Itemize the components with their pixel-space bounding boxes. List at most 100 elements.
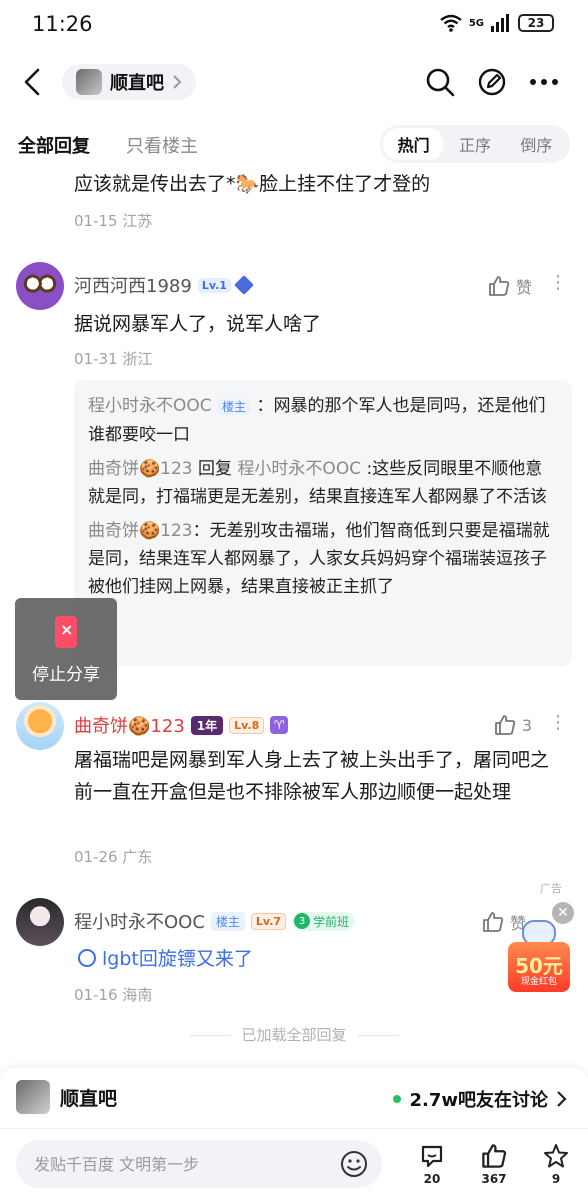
- status-bar: 11:26 5G 23: [0, 0, 588, 50]
- comment-text: 据说网暴军人了，说军人啥了: [74, 313, 322, 335]
- ad-close-icon[interactable]: ✕: [552, 902, 574, 924]
- zodiac-icon: ♈: [270, 716, 289, 734]
- reply-author[interactable]: 程小时永不OOC: [88, 396, 212, 416]
- comments-count: 20: [423, 1172, 441, 1186]
- grade-label: 学前班: [313, 914, 350, 929]
- user-avatar[interactable]: [16, 262, 64, 310]
- sub-reply: 程小时永不OOC 楼主 ：网暴的那个军人也是同吗，还是他们谁都要咬一口: [88, 392, 558, 449]
- thumbs-up-icon: [489, 276, 510, 296]
- status-time: 11:26: [32, 12, 93, 36]
- comment-header: 程小时永不OOC 楼主 Lv.7 3 学前班: [74, 908, 356, 934]
- bottom-panel: 顺直吧 2.7w吧友在讨论 20 367 9: [0, 1068, 588, 1200]
- back-button[interactable]: [14, 64, 50, 100]
- like-button[interactable]: 3: [494, 714, 532, 736]
- reply-author[interactable]: 曲奇饼🍪123: [88, 521, 193, 541]
- sub-reply: 曲奇饼🍪123 回复 程小时永不OOC :这些反同眼里不顺他意就是同，打福瑞更是…: [88, 455, 558, 511]
- forum-name: 顺直吧: [110, 73, 164, 94]
- top-navbar: 顺直吧: [0, 56, 588, 108]
- reply-word: 回复: [198, 459, 233, 479]
- sort-hot[interactable]: 热门: [383, 128, 445, 160]
- thumbs-up-icon: [494, 715, 516, 735]
- forum-avatar: [76, 69, 102, 95]
- forum-chip[interactable]: 顺直吧: [62, 64, 196, 100]
- emoji-icon[interactable]: [340, 1150, 368, 1178]
- battery-indicator: 23: [518, 14, 554, 32]
- favorites-count: 9: [551, 1172, 561, 1186]
- wifi-icon: [440, 14, 462, 32]
- network-label: 5G: [468, 17, 484, 29]
- star-icon: [544, 1144, 568, 1168]
- more-dots-icon: [530, 79, 558, 85]
- red-packet-card: 50元 现金红包: [508, 942, 570, 992]
- status-icons: 5G 23: [439, 14, 554, 32]
- sort-descending[interactable]: 倒序: [506, 128, 567, 160]
- comment-bubble-icon: [421, 1145, 443, 1168]
- discussion-entry[interactable]: 2.7w吧友在讨论: [393, 1086, 568, 1112]
- bottom-forum-avatar: [16, 1080, 50, 1114]
- ad-label: 广告: [540, 882, 562, 895]
- link-icon: [78, 948, 96, 967]
- stop-share-button[interactable]: 停止分享: [15, 598, 117, 700]
- back-arrow-icon: [24, 68, 40, 96]
- bottom-forum-name: 顺直吧: [60, 1087, 118, 1110]
- comment-header: 河西河西1989 Lv.1: [74, 272, 254, 298]
- username[interactable]: 程小时永不OOC: [74, 908, 205, 934]
- search-button[interactable]: [422, 64, 458, 100]
- comment-text: 屠福瑞吧是网暴到军人身上去了被上头出手了，屠同吧之前一直在开盒但是也不排除被军人…: [74, 749, 550, 803]
- owner-tag: 楼主: [210, 911, 245, 931]
- grade-number: 3: [294, 913, 311, 929]
- crown-icon: [234, 275, 254, 295]
- reply-input[interactable]: [34, 1154, 314, 1174]
- ad-subtitle: 现金红包: [520, 977, 557, 987]
- loaded-all-notice: 已加载全部回复: [0, 1024, 588, 1045]
- reply-target[interactable]: 程小时永不OOC: [237, 459, 361, 479]
- comment-meta: 01-16 海南: [74, 986, 153, 1004]
- username[interactable]: 曲奇饼🍪123: [74, 712, 185, 738]
- edit-button[interactable]: [474, 64, 510, 100]
- tab-owner-only[interactable]: 只看楼主: [126, 132, 198, 158]
- edit-pencil-icon: [478, 68, 506, 96]
- user-avatar[interactable]: [16, 898, 64, 946]
- signal-icon: [491, 14, 509, 32]
- like-button[interactable]: 赞: [488, 274, 532, 298]
- chevron-right-icon: [557, 1091, 567, 1107]
- user-avatar[interactable]: [16, 702, 64, 750]
- partial-comment-meta: 01-15 江苏: [74, 212, 153, 230]
- sub-reply: 曲奇饼🍪123：无差别攻击福瑞，他们智商低到只要是福瑞就是同，结果连军人都网暴了…: [88, 517, 558, 601]
- link-text: lgbt回旋镖又来了: [102, 948, 253, 970]
- comment-link[interactable]: lgbt回旋镖又来了: [78, 944, 253, 971]
- grade-badge: 3 学前班: [292, 911, 356, 931]
- ad-widget[interactable]: 广告 ✕ 50元 现金红包: [500, 880, 576, 1000]
- sort-ascending[interactable]: 正序: [444, 128, 505, 160]
- username[interactable]: 河西河西1989: [74, 272, 192, 298]
- tab-all-replies[interactable]: 全部回复: [18, 132, 90, 158]
- sub-replies[interactable]: 程小时永不OOC 楼主 ：网暴的那个军人也是同吗，还是他们谁都要咬一口 曲奇饼🍪…: [74, 380, 572, 666]
- comments-button[interactable]: 20: [412, 1142, 452, 1186]
- year-badge: 1年: [190, 715, 224, 735]
- bottom-forum-entry[interactable]: 顺直吧: [16, 1080, 117, 1114]
- reply-input-box[interactable]: [16, 1140, 382, 1188]
- comment-more-icon[interactable]: ⋮: [549, 712, 567, 733]
- comment-more-icon[interactable]: ⋮: [549, 272, 567, 293]
- reply-author[interactable]: 曲奇饼🍪123: [88, 459, 193, 479]
- owner-tag: 楼主: [217, 399, 252, 415]
- stop-share-label: 停止分享: [32, 665, 100, 685]
- like-post-button[interactable]: 367: [474, 1142, 514, 1186]
- favorite-button[interactable]: 9: [536, 1142, 576, 1186]
- reply-tabs: 全部回复 只看楼主 热门 正序 倒序: [0, 118, 588, 170]
- comment-header: 曲奇饼🍪123 1年 Lv.8 ♈: [74, 712, 289, 738]
- loaded-all-text: 已加载全部回复: [241, 1026, 347, 1044]
- like-count: 3: [521, 715, 532, 735]
- sort-toggle: 热门 正序 倒序: [380, 125, 570, 163]
- like-label: 赞: [515, 278, 532, 297]
- thumbs-up-icon: [482, 1144, 507, 1168]
- level-badge: Lv.7: [250, 912, 287, 930]
- stop-share-icon: [55, 616, 77, 648]
- level-badge: Lv.8: [229, 716, 265, 734]
- comment-meta: 01-26 广东: [74, 848, 153, 866]
- more-button[interactable]: [526, 64, 562, 100]
- level-badge: Lv.1: [197, 277, 231, 293]
- likes-count: 367: [481, 1172, 507, 1186]
- partial-comment-text: 应该就是传出去了*🐎脸上挂不住了才登的: [74, 173, 431, 195]
- search-icon: [426, 68, 455, 97]
